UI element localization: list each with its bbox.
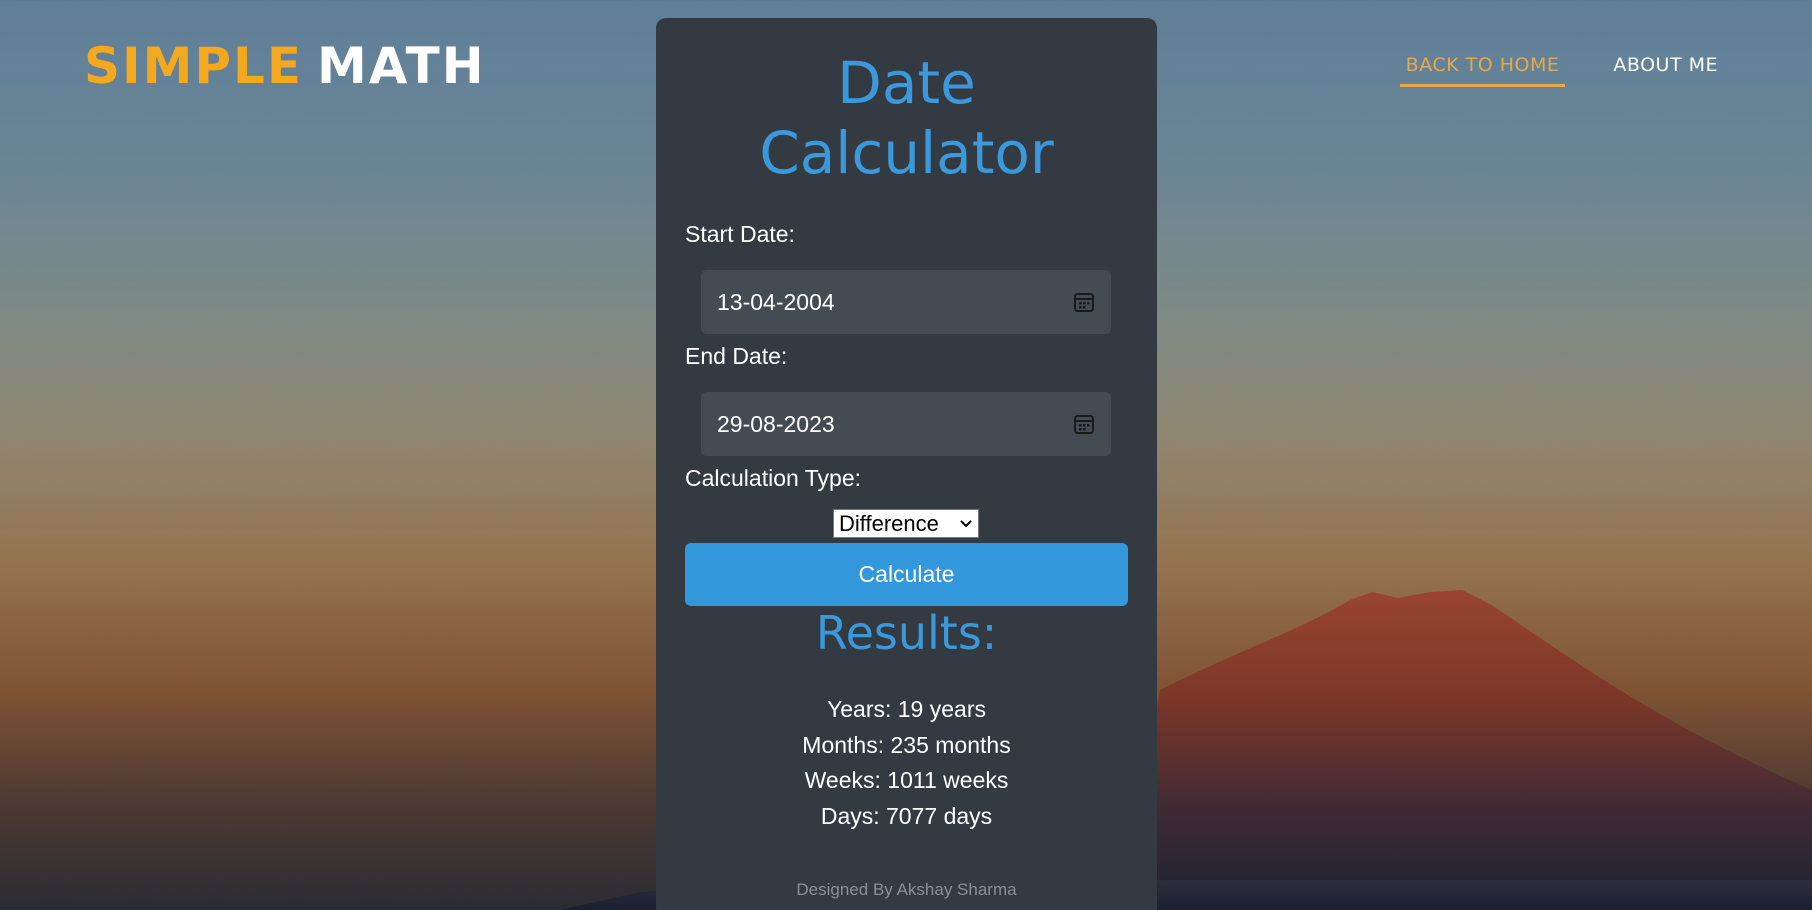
calculation-type-label: Calculation Type: (685, 465, 862, 491)
logo-math: MATH (317, 37, 486, 95)
calculator-title-line1: Date (837, 49, 976, 117)
calculate-button[interactable]: Calculate (685, 543, 1128, 606)
designer-credit: Designed By Akshay Sharma (796, 880, 1017, 899)
date-calculator-card: Date Calculator Start Date: 13-04-2004 E… (656, 18, 1157, 910)
result-years: Years: 19 years (827, 696, 986, 722)
calculator-title: Date Calculator (656, 48, 1157, 188)
results-title: Results: (815, 606, 998, 660)
start-date-input[interactable]: 13-04-2004 (701, 270, 1111, 334)
nav-about-me[interactable]: ABOUT ME (1607, 50, 1724, 87)
calendar-icon[interactable] (1073, 413, 1095, 435)
end-date-value: 29-08-2023 (717, 410, 835, 437)
logo-simple: SIMPLE (84, 37, 304, 95)
start-date-value: 13-04-2004 (717, 288, 835, 315)
result-weeks: Weeks: 1011 weeks (804, 767, 1009, 793)
chevron-down-icon (960, 519, 972, 527)
results-list: Years: 19 years Months: 235 months Weeks… (656, 692, 1157, 834)
end-date-input[interactable]: 29-08-2023 (701, 392, 1111, 456)
result-days: Days: 7077 days (820, 802, 993, 829)
top-nav: BACK TO HOME ABOUT ME (1399, 50, 1724, 87)
start-date-label: Start Date: (685, 221, 795, 247)
calculation-type-select[interactable]: Difference (833, 509, 979, 538)
result-months: Months: 235 months (802, 731, 1011, 758)
site-logo[interactable]: SIMPLE MATH (84, 34, 486, 98)
calendar-icon[interactable] (1073, 291, 1095, 313)
nav-back-to-home[interactable]: BACK TO HOME (1399, 50, 1566, 87)
calculator-title-line2: Calculator (759, 119, 1054, 187)
calculation-type-value: Difference (839, 510, 939, 536)
end-date-label: End Date: (685, 343, 788, 369)
